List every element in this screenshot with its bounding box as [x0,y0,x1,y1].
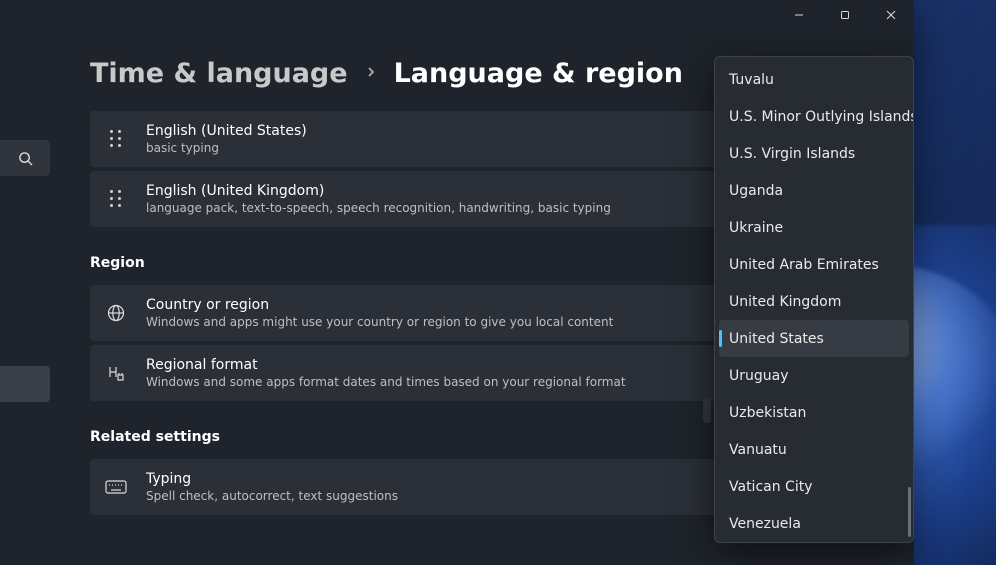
nav-selected-indicator[interactable] [0,366,50,402]
dropdown-option[interactable]: Vanuatu [715,431,913,468]
dropdown-option[interactable]: Uzbekistan [715,394,913,431]
dropdown-option[interactable]: U.S. Minor Outlying Islands [715,98,913,135]
row-subtitle: Spell check, autocorrect, text suggestio… [146,489,398,503]
regional-format-icon [104,361,128,385]
keyboard-icon [104,475,128,499]
titlebar [0,0,914,34]
breadcrumb-parent[interactable]: Time & language [90,58,348,89]
dropdown-option[interactable]: Uganda [715,172,913,209]
row-title: Typing [146,471,398,487]
dropdown-option[interactable]: United States [719,320,909,357]
left-rail [0,140,52,402]
breadcrumb-current: Language & region [394,58,683,89]
dropdown-option[interactable]: United Arab Emirates [715,246,913,283]
dropdown-option[interactable]: Ukraine [715,209,913,246]
row-subtitle: Windows and some apps format dates and t… [146,375,626,389]
regional-format-dropdown-edge[interactable] [703,397,711,423]
language-features: basic typing [146,141,307,155]
row-subtitle: Windows and apps might use your country … [146,315,613,329]
dropdown-scrollbar-thumb[interactable] [908,487,911,537]
dropdown-option[interactable]: U.S. Virgin Islands [715,135,913,172]
chevron-right-icon [366,65,376,83]
search-button[interactable] [0,140,50,176]
row-title: Regional format [146,357,626,373]
globe-icon [104,301,128,325]
dropdown-option[interactable]: Vatican City [715,468,913,505]
drag-handle-icon[interactable] [104,127,128,151]
dropdown-option[interactable]: Venezuela [715,505,913,542]
dropdown-option[interactable]: Tuvalu [715,61,913,98]
language-name: English (United Kingdom) [146,183,611,199]
language-name: English (United States) [146,123,307,139]
dropdown-option[interactable]: United Kingdom [715,283,913,320]
settings-window: Time & language Language & region Englis… [0,0,914,565]
maximize-button[interactable] [822,0,868,30]
country-dropdown[interactable]: TuvaluU.S. Minor Outlying IslandsU.S. Vi… [714,56,914,543]
drag-handle-icon[interactable] [104,187,128,211]
close-button[interactable] [868,0,914,30]
language-features: language pack, text-to-speech, speech re… [146,201,611,215]
row-title: Country or region [146,297,613,313]
minimize-button[interactable] [776,0,822,30]
dropdown-option[interactable]: Uruguay [715,357,913,394]
